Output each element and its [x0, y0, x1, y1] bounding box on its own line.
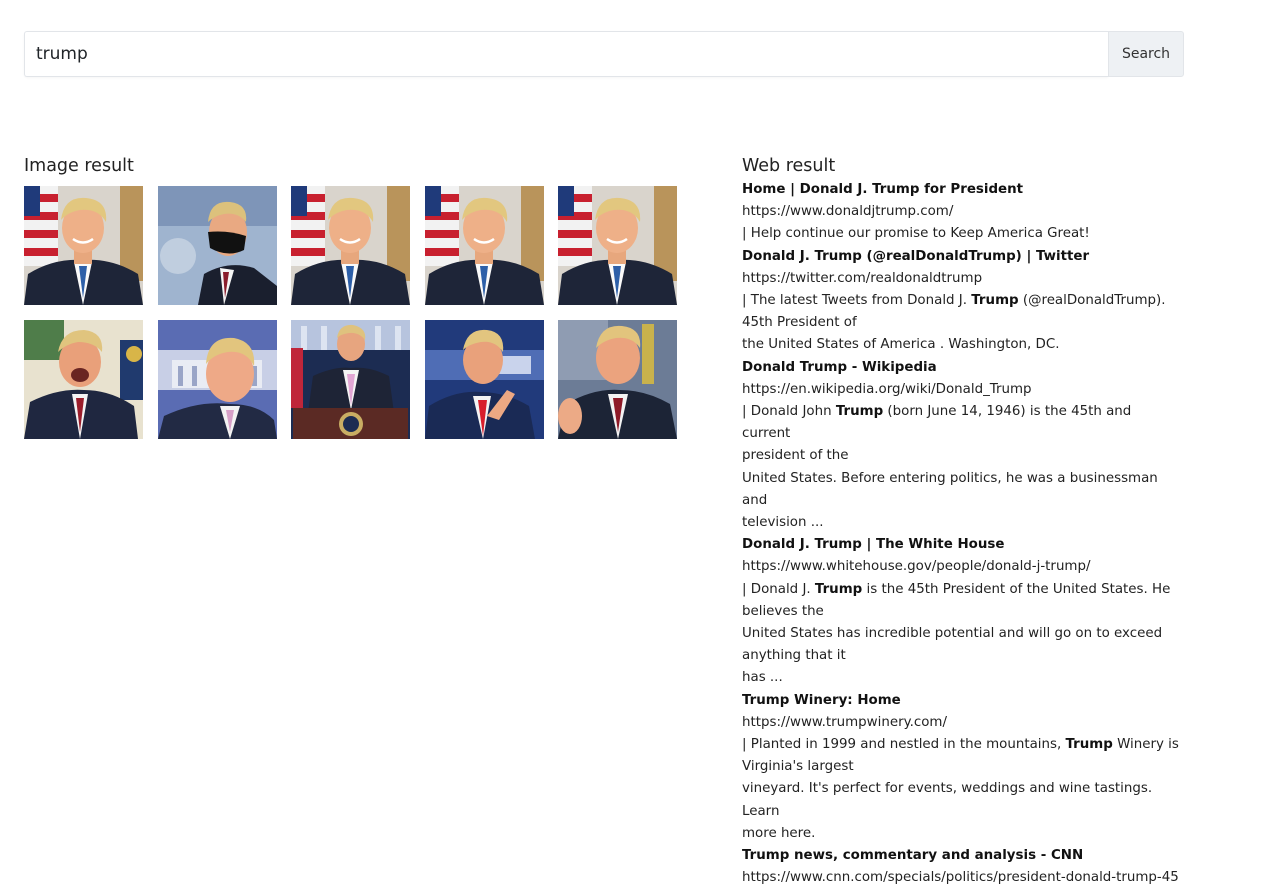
snippet-highlight: Trump [835, 404, 884, 420]
snippet-text: anything that it [742, 648, 846, 664]
snippet-text: United States. Before entering politics,… [742, 470, 1158, 508]
gesture-portrait-icon [558, 320, 677, 439]
web-result-snippet-line: television ... [742, 512, 1182, 534]
web-result-heading: Web result [742, 156, 836, 176]
image-result-heading: Image result [24, 156, 134, 176]
web-result-title-link[interactable]: Donald Trump - Wikipedia [742, 357, 1182, 379]
snippet-text: | Help continue our promise to Keep Amer… [742, 226, 1090, 242]
web-result-url: https://www.trumpwinery.com/ [742, 714, 947, 730]
snippet-text: | Planted in 1999 and nestled in the mou… [742, 737, 1066, 753]
web-result-title-link[interactable]: Donald J. Trump (@realDonaldTrump) | Twi… [742, 246, 1182, 268]
image-thumbnail[interactable] [558, 186, 677, 305]
snippet-text: | The latest Tweets from Donald J. [742, 293, 972, 309]
snippet-highlight: Trump [1065, 737, 1113, 753]
web-result-list: Home | Donald J. Trump for President http… [742, 179, 1182, 890]
snippet-text: more here. [742, 825, 816, 841]
web-result-title-link[interactable]: Home | Donald J. Trump for President [742, 179, 1182, 201]
web-result-snippet-line: | Help continue our promise to Keep Amer… [742, 223, 1182, 245]
image-thumbnail[interactable] [24, 320, 143, 439]
snippet-text: | Donald John [742, 404, 836, 420]
web-result-item: Donald Trump - Wikipedia https://en.wikip… [742, 357, 1182, 535]
web-result-item: Home | Donald J. Trump for President http… [742, 179, 1182, 246]
pointing-portrait-icon [424, 320, 544, 439]
web-result-snippet-line: | Donald John Trump (born June 14, 1946)… [742, 401, 1182, 445]
image-thumbnail[interactable] [157, 320, 277, 439]
web-result-item: Donald J. Trump (@realDonaldTrump) | Twi… [742, 246, 1182, 357]
web-result-snippet-line: has ... [742, 667, 1182, 689]
web-result-snippet-line: anything that it [742, 645, 1182, 667]
snippet-text: Virginia's largest [742, 759, 854, 775]
web-result-snippet-line: 45th President of [742, 312, 1182, 334]
web-result-snippet-line: Virginia's largest [742, 756, 1182, 778]
search-bar: Search [24, 31, 1184, 77]
image-thumbnail[interactable] [424, 320, 544, 439]
web-result-snippet-line: United States has incredible potential a… [742, 623, 1182, 645]
snippet-text: | Donald J. [742, 581, 815, 597]
web-result-title-link[interactable]: Donald J. Trump | The White House [742, 534, 1182, 556]
snippet-text: president of the [742, 448, 849, 464]
web-result-snippet-line: United States. Before entering politics,… [742, 468, 1182, 512]
snippet-text: the United States of America . Washingto… [742, 337, 1060, 353]
web-result-snippet-line: the United States of America . Washingto… [742, 334, 1182, 356]
web-result-snippet-line: | The latest Tweets from Donald J. Trump… [742, 290, 1182, 312]
image-thumbnail[interactable] [24, 186, 143, 305]
masked-portrait-icon [157, 186, 277, 305]
web-result-item: Donald J. Trump | The White House https:/… [742, 534, 1182, 689]
web-result-title-link[interactable]: Trump news, commentary and analysis - CN… [742, 845, 1182, 867]
web-result-snippet-line: vineyard. It's perfect for events, weddi… [742, 778, 1182, 822]
image-thumbnail[interactable] [157, 186, 277, 305]
web-result-snippet-line: believes the [742, 601, 1182, 623]
speaker-portrait-icon [24, 320, 143, 439]
web-result-url: https://en.wikipedia.org/wiki/Donald_Tru… [742, 381, 1032, 397]
web-result-title-link[interactable]: Trump Winery: Home [742, 690, 1182, 712]
web-result-url: https://www.whitehouse.gov/people/donald… [742, 559, 1091, 575]
snippet-text: television ... [742, 515, 824, 531]
web-result-item: Trump news, commentary and analysis - CN… [742, 845, 1182, 889]
web-result-item: Trump Winery: Home https://www.trumpwiner… [742, 690, 1182, 845]
web-result-url: https://twitter.com/realdonaldtrump [742, 270, 983, 286]
snippet-text: Winery is [1112, 737, 1179, 753]
snippet-text: 45th President of [742, 315, 857, 331]
flag-portrait-icon [24, 186, 143, 305]
snippet-text: is the 45th President of the United Stat… [862, 581, 1171, 597]
image-thumbnail[interactable] [558, 320, 677, 439]
snippet-text: United States has incredible potential a… [742, 626, 1163, 642]
flag-portrait-icon [291, 186, 410, 305]
search-button[interactable]: Search [1108, 31, 1184, 77]
web-result-url: https://www.donaldjtrump.com/ [742, 204, 954, 220]
image-thumbnail[interactable] [291, 186, 410, 305]
snippet-text: (@realDonaldTrump). [1018, 293, 1166, 309]
image-thumbnail[interactable] [424, 186, 544, 305]
snippet-highlight: Trump [814, 581, 863, 597]
web-result-snippet-line: | Donald J. Trump is the 45th President … [742, 579, 1182, 601]
image-result-grid [24, 186, 684, 439]
flag-portrait-icon [558, 186, 677, 305]
web-result-snippet-line: president of the [742, 445, 1182, 467]
snippet-highlight: Trump [971, 293, 1019, 309]
web-result-snippet-line: more here. [742, 823, 1182, 845]
white-house-portrait-icon [157, 320, 277, 439]
snippet-text: vineyard. It's perfect for events, weddi… [742, 781, 1153, 819]
web-result-snippet-line: | Planted in 1999 and nestled in the mou… [742, 734, 1182, 756]
web-result-url: https://www.cnn.com/specials/politics/pr… [742, 870, 1179, 886]
snippet-text: believes the [742, 603, 824, 619]
snippet-text: has ... [742, 670, 783, 686]
image-thumbnail[interactable] [291, 320, 410, 439]
flag-portrait-icon [424, 186, 544, 305]
podium-portrait-icon [291, 320, 410, 439]
search-input[interactable] [24, 31, 1108, 77]
